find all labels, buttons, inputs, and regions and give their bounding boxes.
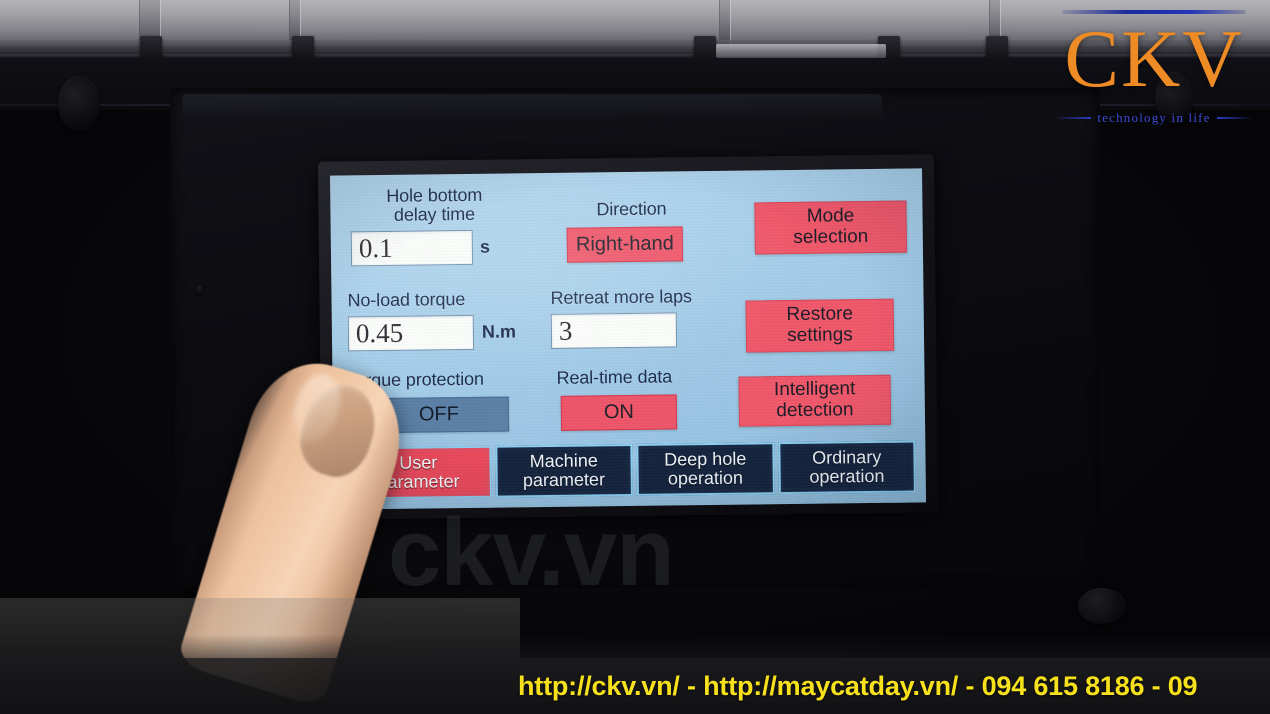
field-label-retreat-more-laps: Retreat more laps [550,286,693,308]
field-real-time-data: Real-time data ON [556,366,727,431]
hmi-tab-bar: User parameter Machine parameter Deep ho… [345,440,916,500]
value-direction[interactable]: Right-hand [566,226,684,263]
field-hole-bottom-delay-time: Hole bottom delay time 0.1 s [350,184,519,267]
hmi-screen-content: Hole bottom delay time 0.1 s Direction R… [330,168,926,509]
button-mode-selection[interactable]: Mode selection [754,200,907,255]
field-direction: Direction Right-hand [566,198,697,263]
tab-deep-hole-operation-label: Deep hole operation [664,448,747,489]
button-restore-settings[interactable]: Restore settings [745,298,895,353]
hmi-display-bezel: Hole bottom delay time 0.1 s Direction R… [317,154,939,520]
button-intelligent-detection-label: Intelligent detection [773,378,856,422]
panel-screw [1078,588,1126,624]
tab-deep-hole-operation[interactable]: Deep hole operation [636,442,775,496]
panel-screw [1155,72,1193,124]
contact-banner-text: http://ckv.vn/ - http://maycatday.vn/ - … [518,670,1198,701]
tab-machine-parameter-label: Machine parameter [522,450,606,491]
tab-machine-parameter[interactable]: Machine parameter [494,443,633,498]
contact-banner: http://ckv.vn/ - http://maycatday.vn/ - … [0,658,1270,714]
panel-highlight [182,94,882,120]
input-retreat-more-laps[interactable]: 3 [550,312,678,349]
hmi-row-1: Hole bottom delay time 0.1 s Direction R… [344,179,911,270]
hmi-row-3: Torque protection OFF Real-time data ON … [346,349,913,440]
hmi-screen[interactable]: Hole bottom delay time 0.1 s Direction R… [330,168,927,510]
input-no-load-torque[interactable]: 0.45 [347,314,475,352]
button-intelligent-detection[interactable]: Intelligent detection [738,374,892,427]
tab-ordinary-operation-label: Ordinary operation [809,446,885,487]
tab-ordinary-operation[interactable]: Ordinary operation [777,440,916,495]
banner-top-fade [0,634,1270,658]
lid-latch [716,44,886,58]
unit-hole-bottom-delay-time: s [479,237,491,258]
field-label-direction: Direction [596,198,667,220]
value-real-time-data[interactable]: ON [560,394,678,431]
button-restore-settings-label: Restore settings [786,303,854,347]
field-label-no-load-torque: No-load torque [347,288,466,311]
panel-screw [58,76,100,132]
hmi-row-2: No-load torque 0.45 N.m Retreat more lap… [345,263,912,356]
field-label-hole-bottom-delay-time: Hole bottom delay time [386,184,483,225]
input-hole-bottom-delay-time[interactable]: 0.1 [350,230,474,267]
unit-no-load-torque: N.m [481,321,517,342]
field-label-real-time-data: Real-time data [556,366,673,388]
field-no-load-torque: No-load torque 0.45 N.m [347,288,524,352]
button-mode-selection-label: Mode selection [793,205,869,248]
screenshot-scene: Hole bottom delay time 0.1 s Direction R… [0,0,1270,714]
field-retreat-more-laps: Retreat more laps 3 [550,286,731,349]
panel-screw [196,286,204,294]
